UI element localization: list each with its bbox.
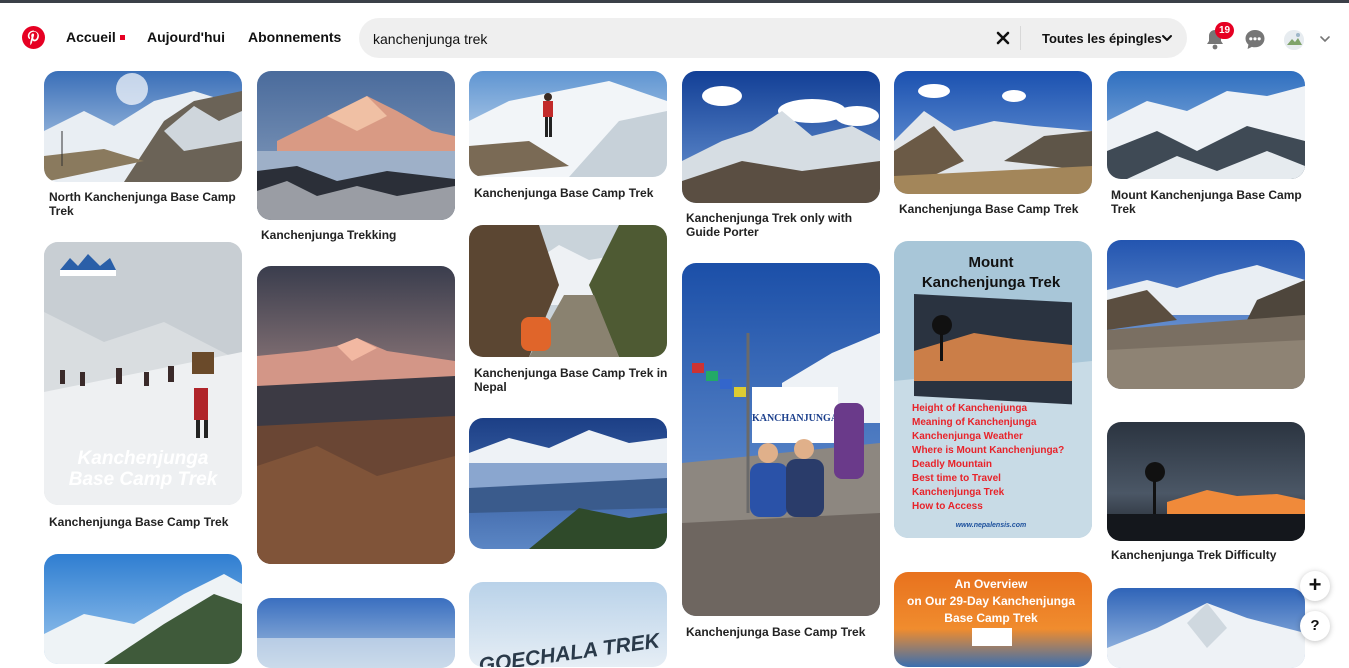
help-button[interactable]: ?: [1300, 611, 1330, 641]
nav-today[interactable]: Aujourd'hui: [147, 28, 225, 46]
pin-image[interactable]: Mount Kanchenjunga Trek Height of Kanchen…: [894, 241, 1092, 538]
pin-sign-text: KANCHANJUNGA: [752, 413, 839, 424]
svg-text:Where is Mount Kanchenjunga?: Where is Mount Kanchenjunga?: [912, 445, 1064, 456]
pin-overlay-url: www.nepalensis.com: [956, 522, 1027, 529]
pin-image[interactable]: [469, 418, 667, 549]
pin-caption[interactable]: Kanchenjunga Base Camp Trek: [686, 625, 886, 639]
pin-image[interactable]: Kanchenjunga Base Camp Trek: [44, 242, 242, 505]
pin-image[interactable]: [44, 554, 242, 664]
pin-image[interactable]: [257, 598, 455, 668]
svg-text:Kanchenjunga Trek: Kanchenjunga Trek: [912, 487, 1005, 498]
header: Accueil Aujourd'hui Abonnements kanchenj…: [0, 3, 1349, 65]
clear-icon[interactable]: [992, 27, 1014, 49]
chat-icon[interactable]: [1242, 27, 1268, 53]
pin-image[interactable]: [1107, 422, 1305, 541]
pin-image[interactable]: [44, 71, 242, 182]
pin-image[interactable]: [469, 71, 667, 177]
pin-caption[interactable]: Kanchenjunga Trekking: [261, 228, 461, 242]
pin-image[interactable]: [257, 71, 455, 220]
pin-image[interactable]: GOECHALA TREK: [469, 582, 667, 667]
nav-home[interactable]: Accueil: [66, 28, 125, 46]
create-button[interactable]: +: [1300, 571, 1330, 601]
pin-caption[interactable]: Kanchenjunga Trek Difficulty: [1111, 548, 1311, 562]
pin-image[interactable]: [682, 71, 880, 203]
avatar[interactable]: [1284, 30, 1304, 50]
pin-image[interactable]: KANCHANJUNGA: [682, 263, 880, 616]
pin-image[interactable]: [1107, 71, 1305, 179]
search-bar[interactable]: kanchenjunga trek Toutes les épingles: [359, 18, 1187, 58]
pin-image[interactable]: [1107, 588, 1305, 668]
pin-caption[interactable]: Kanchenjunga Base Camp Trek: [474, 186, 674, 200]
pin-caption[interactable]: Kanchenjunga Base Camp Trek: [899, 202, 1099, 216]
home-indicator-dot: [119, 34, 125, 40]
svg-text:Best time to Travel: Best time to Travel: [912, 473, 1001, 484]
pin-image[interactable]: [894, 71, 1092, 194]
pin-image[interactable]: [1107, 240, 1305, 389]
pin-image[interactable]: An Overview on Our 29-Day Kanchenjunga Bas…: [894, 572, 1092, 667]
svg-text:Meaning of Kanchenjunga: Meaning of Kanchenjunga: [912, 417, 1037, 428]
pin-caption[interactable]: Mount Kanchenjunga Base Camp Trek: [1111, 188, 1311, 216]
notification-badge: 19: [1215, 22, 1234, 39]
svg-text:Height of Kanchenjunga: Height of Kanchenjunga: [912, 403, 1027, 414]
nav-home-label: Accueil: [66, 29, 116, 45]
chevron-down-icon[interactable]: [1161, 32, 1173, 44]
pin-overlay-title: Kanchenjunga Base Camp Trek: [69, 448, 219, 490]
chevron-down-icon[interactable]: [1318, 32, 1332, 46]
search-divider: [1020, 26, 1021, 50]
pin-image[interactable]: [469, 225, 667, 357]
pin-caption[interactable]: North Kanchenjunga Base Camp Trek: [49, 190, 249, 218]
pin-image[interactable]: [257, 266, 455, 564]
search-filter-dropdown[interactable]: Toutes les épingles: [1042, 31, 1162, 46]
svg-text:Deadly Mountain: Deadly Mountain: [912, 459, 992, 470]
nav-subscriptions[interactable]: Abonnements: [248, 28, 341, 46]
pinterest-logo[interactable]: [22, 26, 45, 49]
search-input[interactable]: kanchenjunga trek: [373, 31, 487, 47]
pin-caption[interactable]: Kanchenjunga Base Camp Trek: [49, 515, 249, 529]
pin-caption[interactable]: Kanchenjunga Trek only with Guide Porter: [686, 211, 886, 239]
svg-text:Kanchenjunga Weather: Kanchenjunga Weather: [912, 431, 1023, 442]
pin-caption[interactable]: Kanchenjunga Base Camp Trek in Nepal: [474, 366, 674, 394]
svg-text:How to Access: How to Access: [912, 501, 983, 512]
